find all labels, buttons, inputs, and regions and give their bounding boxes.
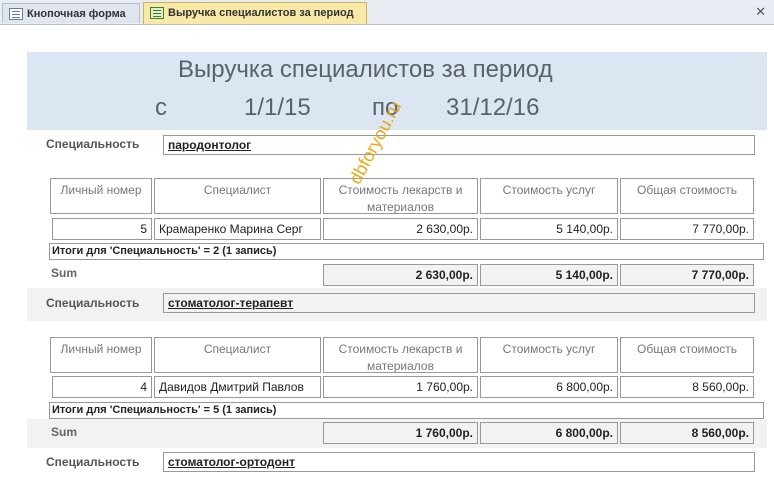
cell-id: 4 bbox=[52, 376, 152, 398]
specialty-label: Специальность bbox=[46, 455, 140, 469]
cell-id: 5 bbox=[52, 218, 152, 240]
cell-specialist: Давидов Дмитрий Павлов bbox=[154, 376, 321, 398]
tab-label: Выручка специалистов за период bbox=[168, 7, 354, 19]
col-header-services: Стоимость услуг bbox=[480, 337, 618, 373]
document-tab-bar: Кнопочная форма Выручка специалистов за … bbox=[0, 0, 774, 25]
sum-materials: 1 760,00р. bbox=[323, 422, 478, 444]
cell-services: 5 140,00р. bbox=[480, 218, 618, 240]
col-header-id: Личный номер bbox=[50, 337, 152, 373]
cell-total: 8 560,00р. bbox=[620, 376, 754, 398]
sum-materials: 2 630,00р. bbox=[323, 264, 478, 286]
col-header-materials: Стоимость лекарств и материалов bbox=[323, 178, 478, 214]
specialty-label: Специальность bbox=[46, 296, 140, 310]
form-icon bbox=[9, 8, 23, 20]
col-header-services: Стоимость услуг bbox=[480, 178, 618, 214]
tab-switchboard-form[interactable]: Кнопочная форма bbox=[2, 3, 140, 23]
from-date: 1/1/15 bbox=[244, 94, 311, 121]
cell-specialist: Крамаренко Марина Серг bbox=[154, 218, 321, 240]
cell-materials: 2 630,00р. bbox=[323, 218, 478, 240]
sum-label: Sum bbox=[51, 425, 78, 439]
sum-total: 7 770,00р. bbox=[620, 264, 754, 286]
to-date: 31/12/16 bbox=[446, 94, 540, 121]
close-icon[interactable]: ✕ bbox=[755, 4, 766, 20]
group-summary-text: Итоги для 'Специальность' = 2 (1 запись) bbox=[49, 243, 764, 260]
cell-total: 7 770,00р. bbox=[620, 218, 754, 240]
group-summary-text: Итоги для 'Специальность' = 5 (1 запись) bbox=[49, 402, 764, 419]
specialty-value: стоматолог-терапевт bbox=[163, 293, 755, 313]
col-header-materials: Стоимость лекарств и материалов bbox=[323, 337, 478, 373]
tab-revenue-report[interactable]: Выручка специалистов за период bbox=[143, 2, 367, 24]
cell-materials: 1 760,00р. bbox=[323, 376, 478, 398]
tab-label: Кнопочная форма bbox=[27, 8, 126, 20]
col-header-specialist: Специалист bbox=[154, 178, 321, 214]
col-header-total: Общая стоимость bbox=[620, 337, 754, 373]
sum-services: 6 800,00р. bbox=[480, 422, 618, 444]
sum-total: 8 560,00р. bbox=[620, 422, 754, 444]
report-icon bbox=[150, 7, 164, 19]
col-header-id: Личный номер bbox=[50, 178, 152, 214]
col-header-specialist: Специалист bbox=[154, 337, 321, 373]
specialty-value: стоматолог-ортодонт bbox=[163, 452, 755, 472]
from-label: с bbox=[155, 94, 167, 121]
report-title: Выручка специалистов за период bbox=[178, 56, 553, 83]
col-header-total: Общая стоимость bbox=[620, 178, 754, 214]
sum-label: Sum bbox=[51, 266, 78, 280]
specialty-label: Специальность bbox=[46, 137, 140, 151]
sum-services: 5 140,00р. bbox=[480, 264, 618, 286]
cell-services: 6 800,00р. bbox=[480, 376, 618, 398]
specialty-value: пародонтолог bbox=[163, 135, 755, 155]
